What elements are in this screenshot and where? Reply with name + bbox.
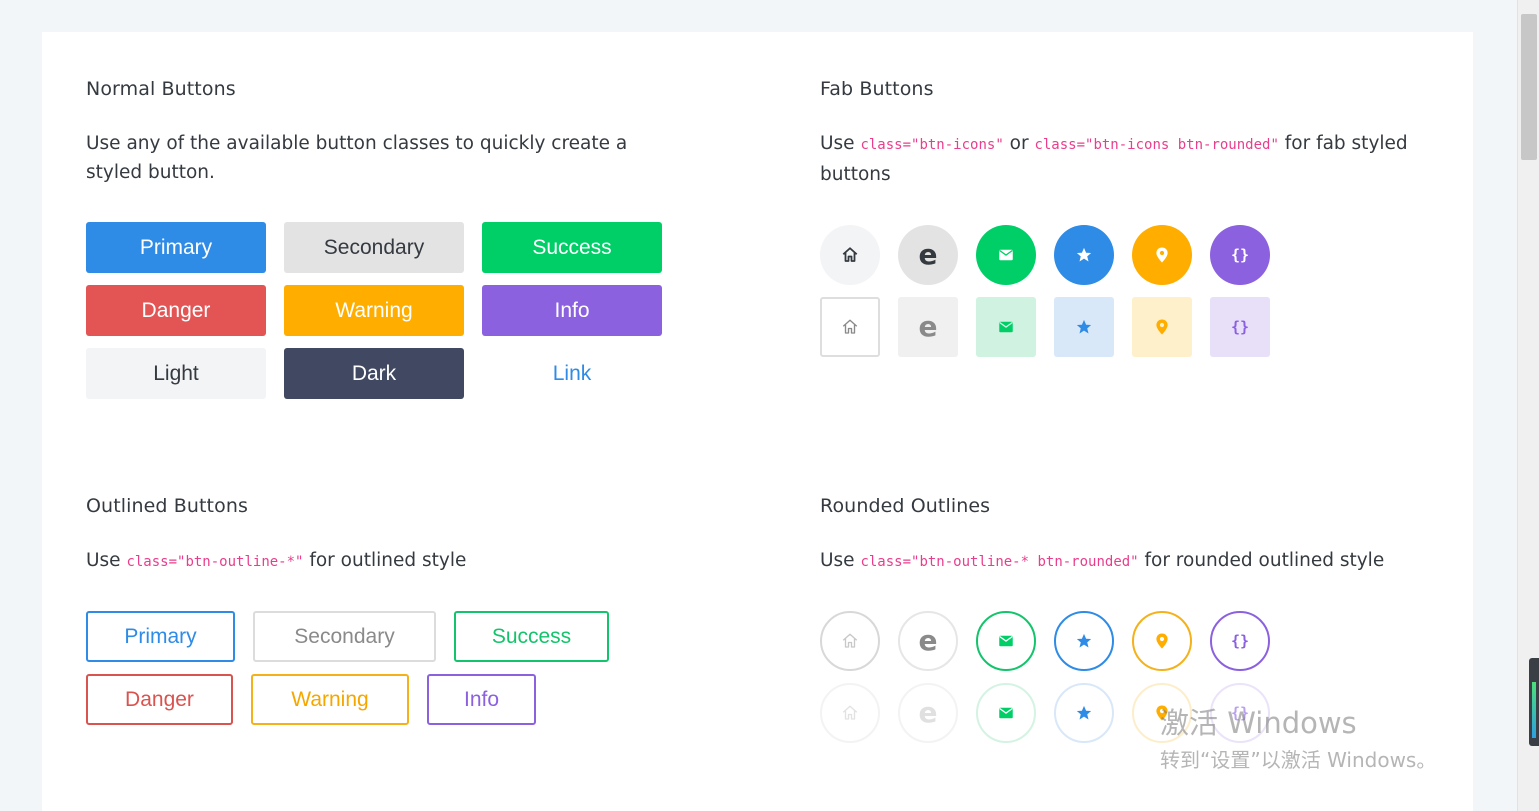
windows-activation-watermark: 激活 Windows 转到“设置”以激活 Windows。 xyxy=(1160,700,1436,773)
fab-location-button[interactable] xyxy=(1132,297,1192,357)
rounded-mail-button[interactable] xyxy=(976,683,1036,743)
code-snippet: class="btn-outline-* btn-rounded" xyxy=(860,554,1139,570)
mail-icon xyxy=(999,635,1013,647)
primary-button[interactable]: Primary xyxy=(86,222,266,273)
rounded-home-button[interactable] xyxy=(820,683,880,743)
info-button[interactable]: Info xyxy=(482,285,662,336)
home-icon xyxy=(842,705,858,720)
desc-text: Use xyxy=(820,550,861,571)
code-snippet: class="btn-icons" xyxy=(860,137,1004,153)
star-icon xyxy=(1076,705,1092,720)
section-title: Rounded Outlines xyxy=(820,495,991,517)
code-snippet: class="btn-outline-*" xyxy=(126,554,304,570)
outline-info-button[interactable]: Info xyxy=(427,674,536,725)
location-pin-icon xyxy=(1156,633,1168,649)
location-pin-icon xyxy=(1156,247,1168,263)
star-icon xyxy=(1076,319,1092,334)
home-icon xyxy=(842,247,858,262)
fab-row-soft: e {} xyxy=(820,297,1440,357)
section-title: Outlined Buttons xyxy=(86,495,248,517)
outline-success-button[interactable]: Success xyxy=(454,611,609,662)
rounded-edge-button[interactable]: e xyxy=(898,683,958,743)
outline-secondary-button[interactable]: Secondary xyxy=(253,611,436,662)
section-title: Fab Buttons xyxy=(820,78,934,100)
fab-home-button[interactable] xyxy=(820,297,880,357)
secondary-button[interactable]: Secondary xyxy=(284,222,464,273)
danger-button[interactable]: Danger xyxy=(86,285,266,336)
fab-row-solid: e {} xyxy=(820,225,1440,285)
normal-buttons-section: Normal Buttons Use any of the available … xyxy=(86,78,686,399)
edge-icon: e xyxy=(918,238,938,271)
code-braces-icon: {} xyxy=(1230,632,1250,650)
outline-primary-button[interactable]: Primary xyxy=(86,611,235,662)
section-title: Normal Buttons xyxy=(86,78,236,100)
section-description: Use class="btn-icons" or class="btn-icon… xyxy=(820,129,1420,189)
rounded-outline-row: e {} xyxy=(820,611,1460,671)
rounded-star-button[interactable] xyxy=(1054,611,1114,671)
home-icon xyxy=(842,633,858,648)
fab-star-button[interactable] xyxy=(1054,297,1114,357)
watermark-line1: 激活 Windows xyxy=(1160,706,1357,740)
rounded-edge-button[interactable]: e xyxy=(898,611,958,671)
rounded-code-button[interactable]: {} xyxy=(1210,611,1270,671)
success-button[interactable]: Success xyxy=(482,222,662,273)
mail-icon xyxy=(999,707,1013,719)
watermark-line2: 转到“设置”以激活 Windows。 xyxy=(1160,748,1437,772)
fab-code-button[interactable]: {} xyxy=(1210,225,1270,285)
section-description: Use class="btn-outline-*" for outlined s… xyxy=(86,546,706,577)
rounded-mail-button[interactable] xyxy=(976,611,1036,671)
rounded-location-button[interactable] xyxy=(1132,611,1192,671)
star-icon xyxy=(1076,247,1092,262)
side-widget[interactable] xyxy=(1529,658,1539,746)
edge-icon: e xyxy=(918,310,938,343)
outlined-buttons-section: Outlined Buttons Use class="btn-outline-… xyxy=(86,495,706,725)
star-icon xyxy=(1076,633,1092,648)
fab-location-button[interactable] xyxy=(1132,225,1192,285)
section-description: Use class="btn-outline-* btn-rounded" fo… xyxy=(820,546,1460,577)
edge-icon: e xyxy=(918,624,938,657)
code-braces-icon: {} xyxy=(1230,318,1250,336)
fab-mail-button[interactable] xyxy=(976,225,1036,285)
code-snippet: class="btn-icons btn-rounded" xyxy=(1034,137,1279,153)
desc-text: for rounded outlined style xyxy=(1138,550,1385,571)
mail-icon xyxy=(999,321,1013,333)
fab-home-button[interactable] xyxy=(820,225,880,285)
mail-icon xyxy=(999,249,1013,261)
fab-buttons-section: Fab Buttons Use class="btn-icons" or cla… xyxy=(820,78,1440,357)
desc-text: or xyxy=(1003,133,1035,154)
scrollbar-thumb[interactable] xyxy=(1521,14,1537,160)
link-button[interactable]: Link xyxy=(482,348,662,399)
desc-text: for outlined style xyxy=(303,550,467,571)
section-description: Use any of the available button classes … xyxy=(86,133,628,183)
rounded-home-button[interactable] xyxy=(820,611,880,671)
fab-code-button[interactable]: {} xyxy=(1210,297,1270,357)
fab-star-button[interactable] xyxy=(1054,225,1114,285)
location-pin-icon xyxy=(1156,319,1168,335)
code-braces-icon: {} xyxy=(1230,246,1250,264)
desc-text: Use xyxy=(86,550,127,571)
fab-edge-button[interactable]: e xyxy=(898,297,958,357)
rounded-star-button[interactable] xyxy=(1054,683,1114,743)
edge-icon: e xyxy=(918,696,938,729)
light-button[interactable]: Light xyxy=(86,348,266,399)
dark-button[interactable]: Dark xyxy=(284,348,464,399)
outline-warning-button[interactable]: Warning xyxy=(251,674,409,725)
home-icon xyxy=(842,319,858,334)
outline-danger-button[interactable]: Danger xyxy=(86,674,233,725)
desc-text: Use xyxy=(820,133,861,154)
warning-button[interactable]: Warning xyxy=(284,285,464,336)
fab-edge-button[interactable]: e xyxy=(898,225,958,285)
fab-mail-button[interactable] xyxy=(976,297,1036,357)
